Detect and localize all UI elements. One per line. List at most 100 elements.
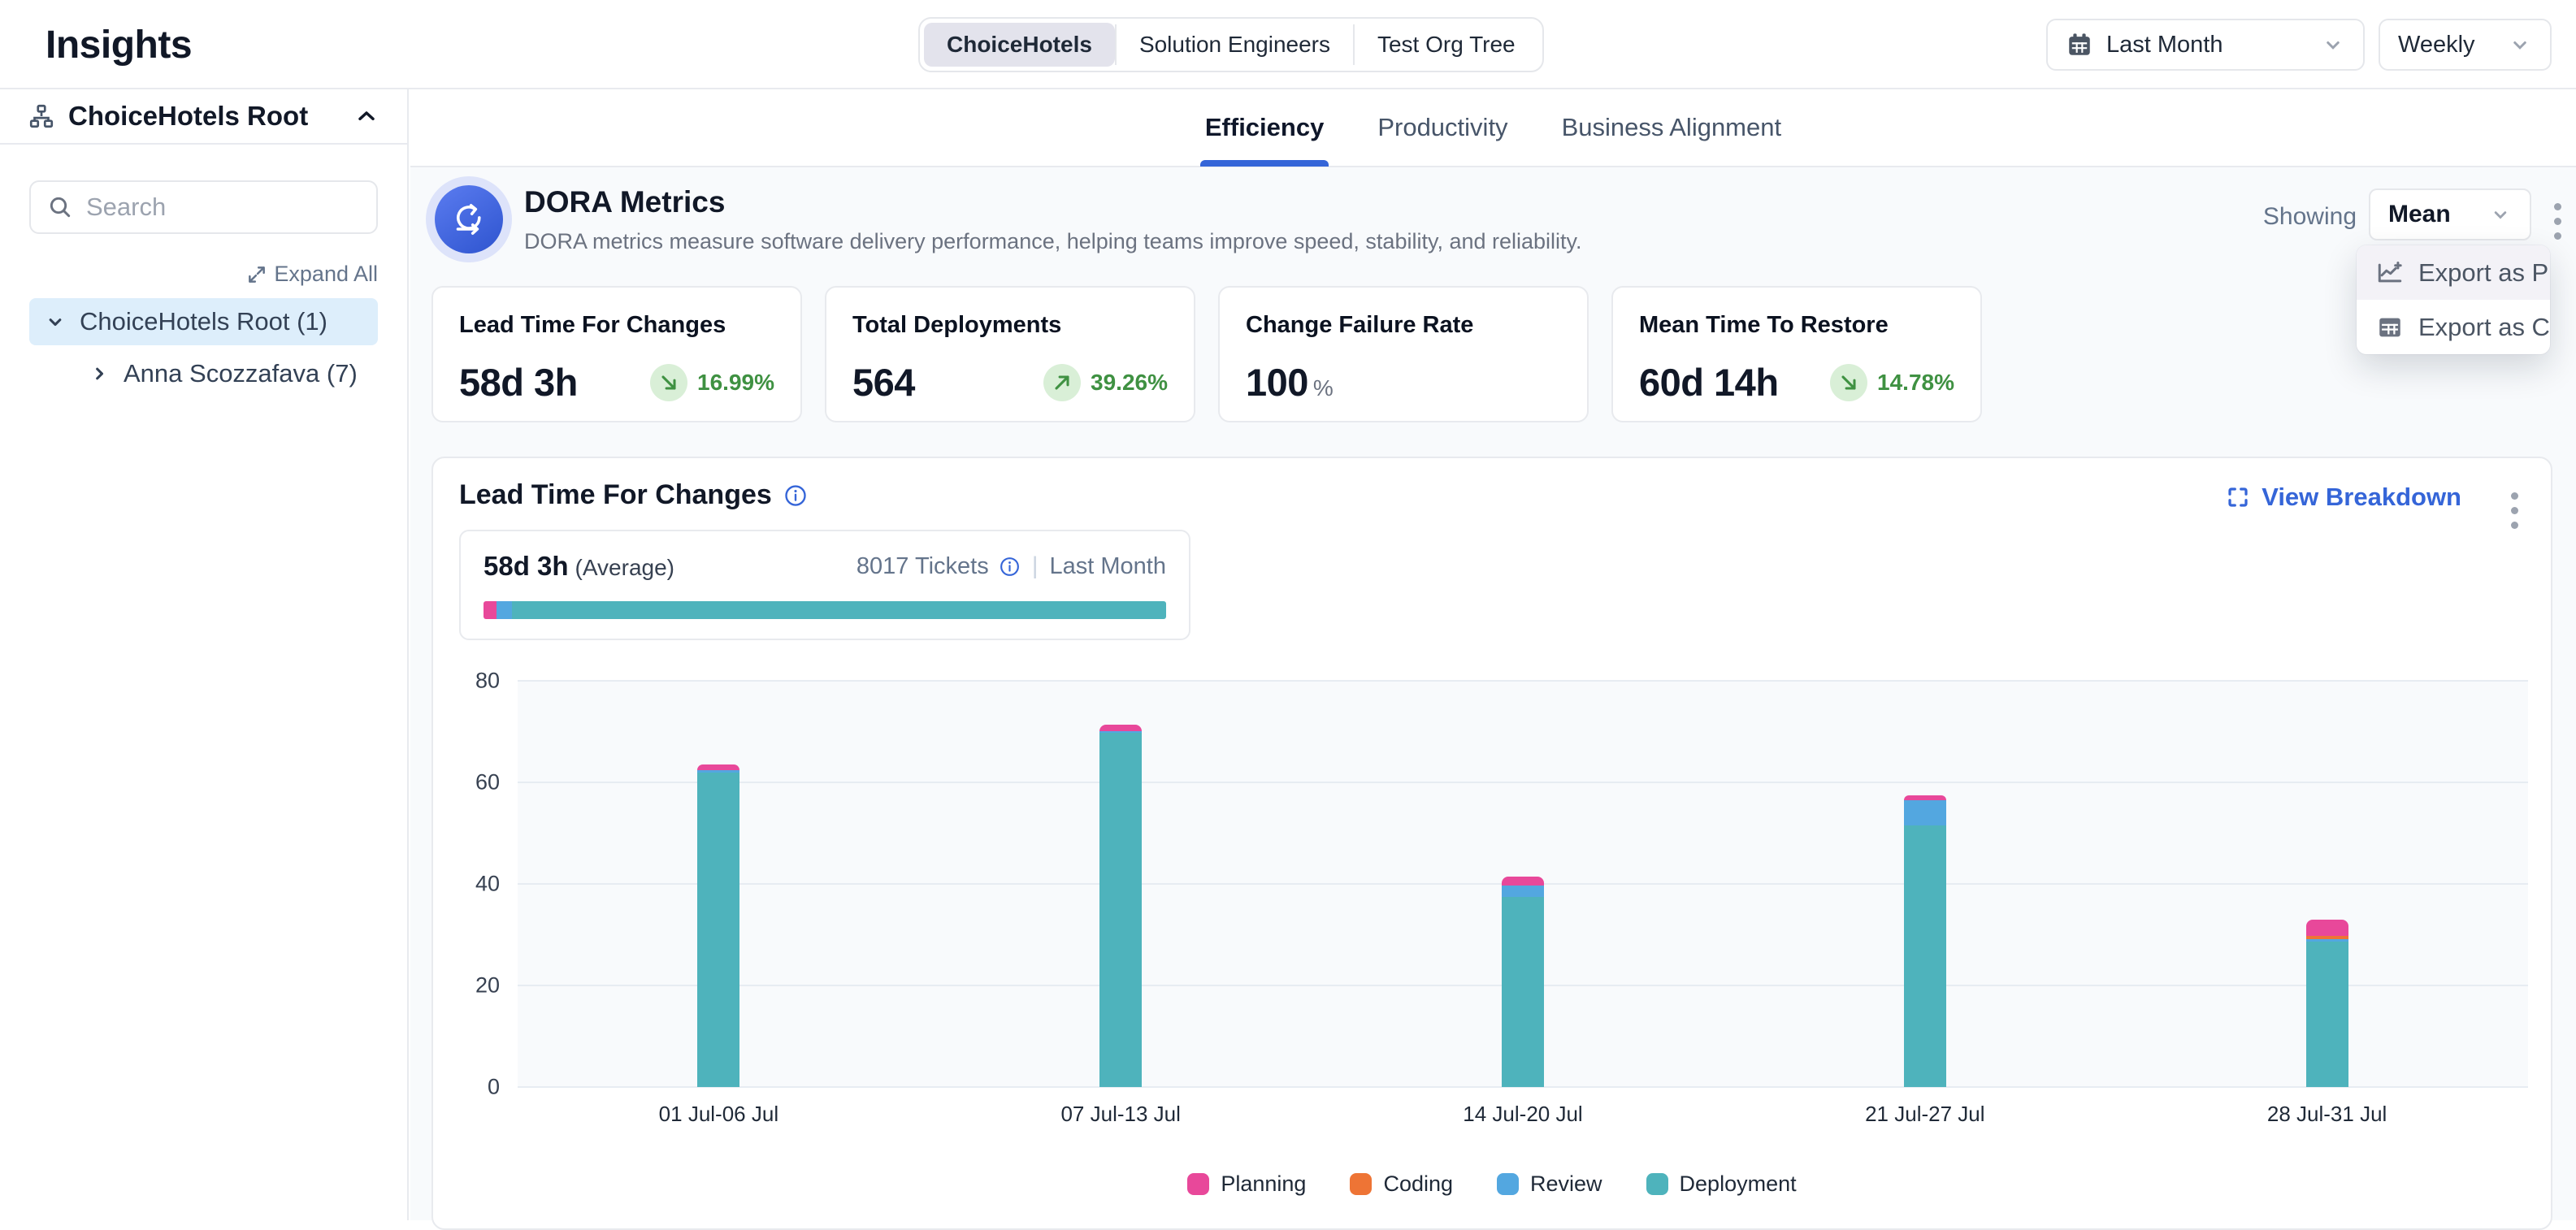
page-title: Insights xyxy=(46,23,192,67)
trend-badge: 14.78% xyxy=(1830,364,1954,401)
lead-time-title: Lead Time For Changes xyxy=(459,479,772,511)
menu-item-export-as-csv[interactable]: Export as CSV xyxy=(2357,300,2550,354)
progress-segment-deployment xyxy=(512,601,1166,619)
bar-segment-review xyxy=(1099,731,1142,734)
dora-more-menu-button[interactable] xyxy=(2549,198,2566,245)
metric-value: 100% xyxy=(1246,360,1333,405)
org-tree-icon xyxy=(28,102,55,130)
metric-title: Total Deployments xyxy=(852,312,1168,339)
tree-item-anna-scozzafava-7-[interactable]: Anna Scozzafava (7) xyxy=(73,350,378,397)
trend-badge: 16.99% xyxy=(650,364,774,401)
bar-segment-deployment xyxy=(1904,825,1946,1087)
bar-segment-planning xyxy=(697,764,739,771)
lead-time-card: Lead Time For Changes View Breakdown 58d… xyxy=(432,457,2552,1230)
legend-item-coding[interactable]: Coding xyxy=(1350,1172,1453,1197)
bar-28-jul-31-jul[interactable] xyxy=(2306,920,2348,1087)
legend-label: Coding xyxy=(1383,1172,1453,1197)
org-tab-test-org-tree[interactable]: Test Org Tree xyxy=(1355,23,1538,67)
tree-item-label: Anna Scozzafava (7) xyxy=(124,359,358,388)
info-icon[interactable] xyxy=(783,483,808,508)
y-tick-label: 60 xyxy=(451,770,500,795)
date-range-value: Last Month xyxy=(2106,32,2308,58)
legend-item-review[interactable]: Review xyxy=(1497,1172,1602,1197)
legend-item-planning[interactable]: Planning xyxy=(1187,1172,1306,1197)
chevron-right-icon[interactable] xyxy=(88,362,111,385)
metric-card-mean-time-to-restore: Mean Time To Restore60d 14h14.78% xyxy=(1611,286,1982,422)
metric-cards-row: Lead Time For Changes58d 3h16.99%Total D… xyxy=(432,286,1982,422)
chevron-down-icon xyxy=(2321,32,2345,57)
org-tab-solution-engineers[interactable]: Solution Engineers xyxy=(1117,23,1353,67)
bar-segment-coding xyxy=(2306,936,2348,939)
table-icon xyxy=(2376,314,2404,341)
menu-item-label: Export as PDF xyxy=(2418,258,2550,288)
chart-export-icon xyxy=(2376,259,2404,287)
summary-tickets: 8017 Tickets xyxy=(856,553,989,580)
bar-01-jul-06-jul[interactable] xyxy=(697,764,739,1088)
sidebar-root-label: ChoiceHotels Root xyxy=(68,101,340,132)
view-breakdown-label: View Breakdown xyxy=(2262,483,2461,512)
bar-segment-review xyxy=(1502,886,1544,897)
dora-section-subtitle: DORA metrics measure software delivery p… xyxy=(524,229,1582,254)
view-breakdown-button[interactable]: View Breakdown xyxy=(2226,483,2461,512)
granularity-select[interactable]: Weekly xyxy=(2379,19,2552,71)
expand-all-icon xyxy=(246,264,267,285)
granularity-value: Weekly xyxy=(2398,32,2495,58)
bar-14-jul-20-jul[interactable] xyxy=(1502,877,1544,1087)
bar-21-jul-27-jul[interactable] xyxy=(1904,795,1946,1087)
bar-07-jul-13-jul[interactable] xyxy=(1099,725,1142,1087)
collapse-chevron-up-icon[interactable] xyxy=(353,103,379,129)
trend-delta: 16.99% xyxy=(697,370,774,396)
expand-all-label: Expand All xyxy=(274,262,378,287)
tree-item-choicehotels-root-1-[interactable]: ChoiceHotels Root (1) xyxy=(29,298,378,345)
trend-down-icon xyxy=(650,364,687,401)
trend-delta: 14.78% xyxy=(1877,370,1954,396)
metric-title: Change Failure Rate xyxy=(1246,312,1561,339)
legend-label: Planning xyxy=(1221,1172,1306,1197)
org-tab-choicehotels[interactable]: ChoiceHotels xyxy=(924,23,1115,67)
tab-productivity[interactable]: Productivity xyxy=(1377,89,1507,167)
calendar-icon xyxy=(2066,31,2093,58)
menu-item-export-as-pdf[interactable]: Export as PDF xyxy=(2357,245,2550,300)
bar-segment-planning xyxy=(1904,795,1946,800)
lead-time-chart xyxy=(518,681,2528,1087)
bar-segment-deployment xyxy=(697,773,739,1088)
showing-select[interactable]: Mean xyxy=(2369,188,2531,240)
legend-label: Review xyxy=(1530,1172,1602,1197)
y-tick-label: 80 xyxy=(451,669,500,694)
bar-segment-review xyxy=(697,770,739,773)
date-range-select[interactable]: Last Month xyxy=(2046,19,2365,71)
bar-segment-planning xyxy=(1502,877,1544,886)
search-input[interactable] xyxy=(86,193,360,222)
metric-value: 60d 14h xyxy=(1639,360,1779,405)
expand-all-button[interactable]: Expand All xyxy=(246,262,378,287)
export-menu: Export as PDF Export as CSV xyxy=(2357,245,2550,354)
lead-time-summary: 58d 3h(Average) 8017 Tickets | Last Mont… xyxy=(459,530,1190,640)
tab-business-alignment[interactable]: Business Alignment xyxy=(1562,89,1782,167)
tab-efficiency[interactable]: Efficiency xyxy=(1205,89,1324,167)
dora-metrics-icon xyxy=(435,185,503,253)
x-tick-label: 01 Jul-06 Jul xyxy=(659,1102,778,1127)
app-header: Insights ChoiceHotelsSolution EngineersT… xyxy=(0,0,2576,89)
summary-qualifier: (Average) xyxy=(575,555,674,580)
chevron-down-icon[interactable] xyxy=(44,310,67,333)
chart-legend: Planning Coding Review Deployment xyxy=(433,1172,2551,1197)
metric-card-lead-time-for-changes: Lead Time For Changes58d 3h16.99% xyxy=(432,286,802,422)
x-tick-label: 28 Jul-31 Jul xyxy=(2267,1102,2387,1127)
trend-delta: 39.26% xyxy=(1091,370,1168,396)
legend-swatch xyxy=(1497,1173,1519,1195)
metric-card-total-deployments: Total Deployments56439.26% xyxy=(825,286,1195,422)
progress-segment-planning xyxy=(484,601,497,619)
chart-more-menu-button[interactable] xyxy=(2506,487,2523,534)
bar-segment-review xyxy=(1904,800,1946,825)
bar-segment-deployment xyxy=(1502,897,1544,1087)
menu-item-label: Export as CSV xyxy=(2418,313,2550,342)
y-tick-label: 40 xyxy=(451,872,500,897)
legend-item-deployment[interactable]: Deployment xyxy=(1646,1172,1797,1197)
org-tree: ChoiceHotels Root (1) Anna Scozzafava (7) xyxy=(0,298,407,397)
info-icon[interactable] xyxy=(999,556,1021,578)
tab-bar: Efficiency Productivity Business Alignment xyxy=(410,89,2576,167)
trend-down-icon xyxy=(1830,364,1867,401)
gridline-y60 xyxy=(518,782,2528,783)
tree-item-label: ChoiceHotels Root (1) xyxy=(80,307,327,336)
dora-section-title: DORA Metrics xyxy=(524,185,725,219)
